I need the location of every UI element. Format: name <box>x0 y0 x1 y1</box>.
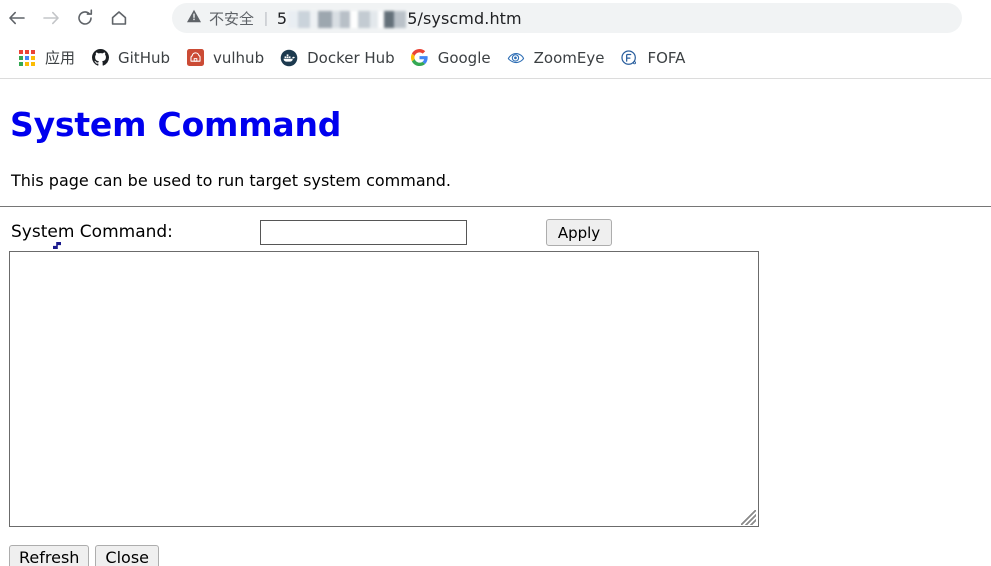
page-content: System Command This page can be used to … <box>0 79 991 566</box>
bookmark-label: Google <box>437 48 491 67</box>
command-output-textarea[interactable] <box>9 251 759 527</box>
bookmark-label: GitHub <box>118 48 170 67</box>
bookmark-google[interactable]: Google <box>403 44 499 72</box>
url-text[interactable]: 5 5/syscmd.htm <box>277 9 522 28</box>
security-status[interactable]: 不安全 <box>186 8 254 29</box>
page-description: This page can be used to run target syst… <box>11 171 452 190</box>
bookmark-apps[interactable]: 应用 <box>10 44 83 72</box>
browser-chrome: 不安全 | 5 5/syscmd.htm 应用 GitHub vulhub Do… <box>0 0 991 79</box>
command-input[interactable] <box>260 220 467 245</box>
back-button[interactable] <box>0 1 34 35</box>
close-button[interactable]: Close <box>95 545 160 566</box>
arrow-right-icon <box>41 8 61 28</box>
address-bar[interactable]: 不安全 | 5 5/syscmd.htm <box>172 3 962 33</box>
bookmark-zoomeye[interactable]: ZoomEye <box>499 44 613 72</box>
reload-icon <box>75 8 95 28</box>
bookmark-label: vulhub <box>213 48 265 67</box>
bookmark-github[interactable]: GitHub <box>83 44 178 72</box>
bookmark-label: 应用 <box>45 49 76 67</box>
bookmark-label: ZoomEye <box>533 48 605 67</box>
security-label: 不安全 <box>209 9 255 28</box>
fofa-icon <box>620 49 638 67</box>
apply-button[interactable]: Apply <box>546 219 612 246</box>
url-suffix: 5/syscmd.htm <box>407 8 522 28</box>
bookmark-label: FOFA <box>647 48 686 67</box>
bottom-button-group: Refresh Close <box>9 545 160 566</box>
home-icon <box>109 8 129 28</box>
zoomeye-eye-icon <box>507 49 525 67</box>
command-label: System Command: <box>11 222 173 242</box>
google-icon <box>411 49 429 67</box>
command-form-row: System Command: Apply <box>0 219 991 254</box>
horizontal-rule <box>0 206 991 207</box>
url-prefix: 5 <box>276 8 288 28</box>
arrow-left-icon <box>7 8 27 28</box>
home-button[interactable] <box>102 1 136 35</box>
url-redacted-host <box>288 10 407 28</box>
forward-button <box>34 1 68 35</box>
warning-triangle-icon <box>186 8 202 29</box>
docker-icon <box>280 49 298 67</box>
apps-grid-icon <box>18 49 36 67</box>
browser-toolbar: 不安全 | 5 5/syscmd.htm <box>0 0 991 36</box>
bookmarks-bar: 应用 GitHub vulhub Docker Hub Google ZoomE… <box>0 37 991 78</box>
reload-button[interactable] <box>68 1 102 35</box>
bookmark-vulhub[interactable]: vulhub <box>178 44 272 72</box>
page-title: System Command <box>10 105 342 144</box>
bookmark-docker-hub[interactable]: Docker Hub <box>272 44 403 72</box>
refresh-button[interactable]: Refresh <box>9 545 90 566</box>
bookmark-fofa[interactable]: FOFA <box>612 44 693 72</box>
github-icon <box>91 49 109 67</box>
vulhub-icon <box>186 49 204 67</box>
omnibox-separator: | <box>264 9 268 27</box>
bookmark-label: Docker Hub <box>307 48 395 67</box>
